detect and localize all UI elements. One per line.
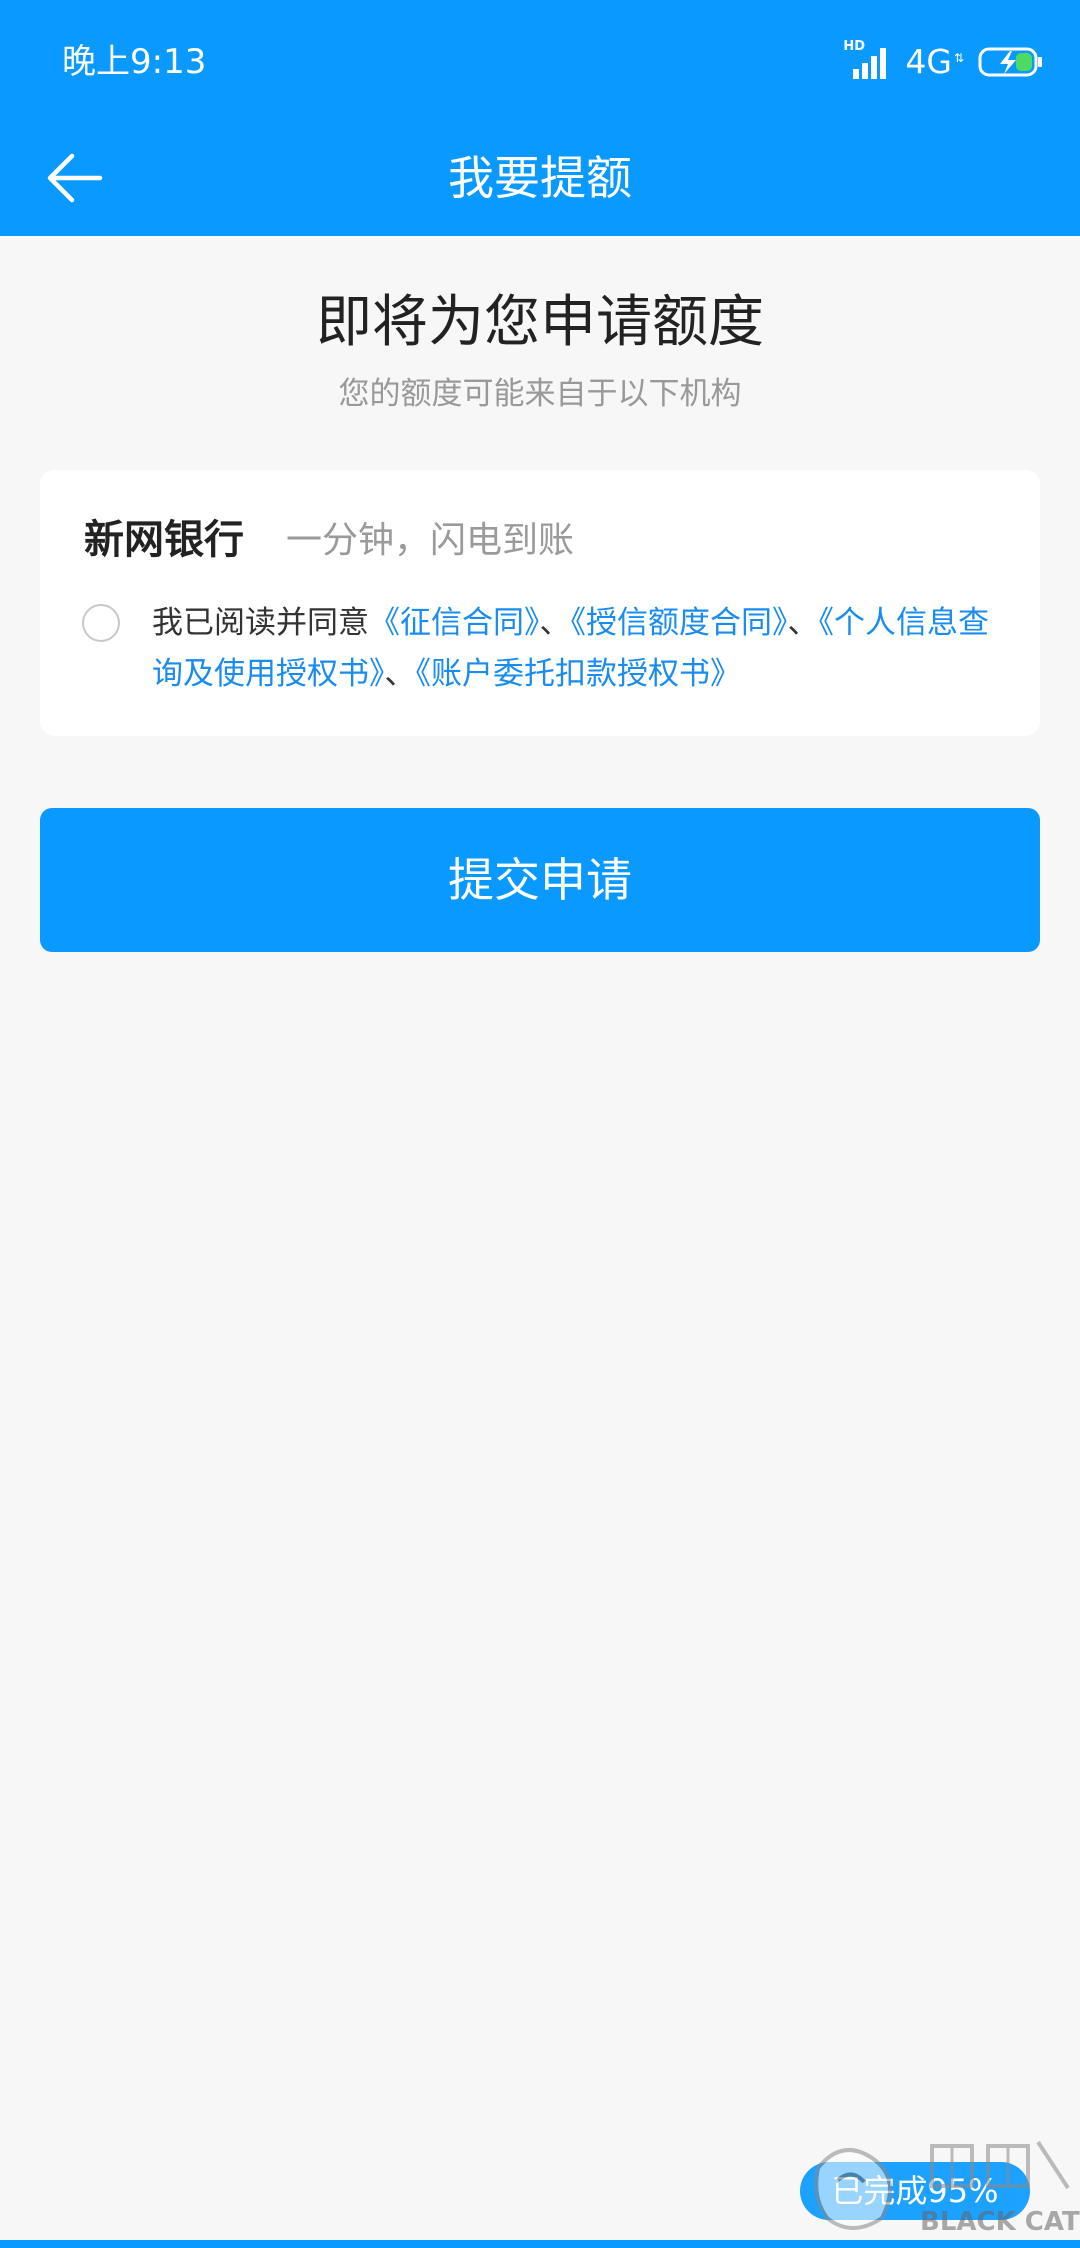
- bank-name: 新网银行: [84, 517, 244, 563]
- header: 晚上9:13 HD 4G ⇅ 我要提额: [0, 0, 1080, 236]
- agreement-separator: 、: [787, 605, 819, 641]
- agreement-separator: 、: [384, 656, 416, 692]
- agreement-checkbox[interactable]: [82, 604, 120, 642]
- page-title: 我要提额: [448, 151, 632, 205]
- agreement-prefix: 我已阅读并同意: [152, 605, 369, 641]
- hd-label: HD: [843, 39, 866, 54]
- status-indicators: HD 4G ⇅: [843, 39, 1044, 84]
- signal-icon: HD: [843, 39, 891, 79]
- status-time: 晚上9:13: [62, 42, 207, 82]
- link-credit-limit-contract[interactable]: 《授信额度合同》: [571, 605, 788, 641]
- agreement-text: 我已阅读并同意《征信合同》、《授信额度合同》、《个人信息查询及使用授权书》、《账…: [152, 598, 1012, 700]
- network-activity: ⇅: [953, 51, 964, 65]
- status-bar: 晚上9:13 HD 4G ⇅: [0, 0, 1080, 120]
- bottom-strip: [0, 2240, 1080, 2248]
- agreement-separator: 、: [539, 605, 571, 641]
- network-label: 4G: [905, 42, 952, 81]
- network-type: 4G ⇅: [905, 40, 964, 84]
- main-subtitle: 您的额度可能来自于以下机构: [338, 376, 742, 412]
- battery-icon: [978, 47, 1044, 77]
- link-credit-contract[interactable]: 《征信合同》: [369, 605, 540, 641]
- submit-button[interactable]: 提交申请: [40, 808, 1040, 952]
- nav-bar: 我要提额: [0, 120, 1080, 236]
- institution-card: 新网银行 一分钟，闪电到账 我已阅读并同意《征信合同》、《授信额度合同》、《个人…: [40, 470, 1040, 736]
- main-title: 即将为您申请额度: [316, 290, 764, 355]
- link-account-debit-authorization[interactable]: 《账户委托扣款授权书》: [416, 656, 742, 692]
- watermark-logo: BLACK CAT: [814, 2140, 1080, 2237]
- bank-slogan: 一分钟，闪电到账: [286, 520, 575, 561]
- watermark-text: BLACK CAT: [920, 2207, 1080, 2237]
